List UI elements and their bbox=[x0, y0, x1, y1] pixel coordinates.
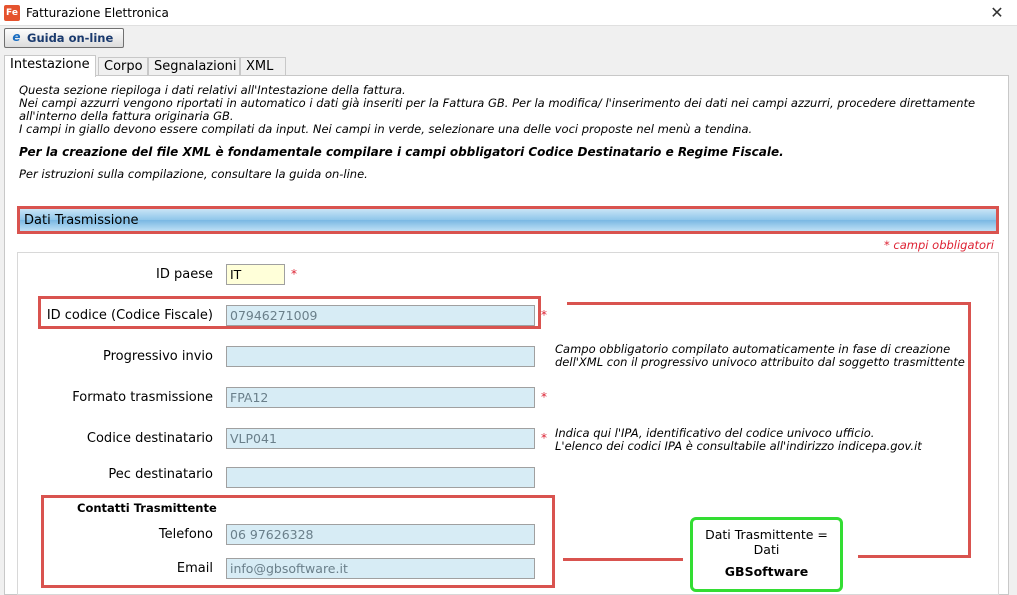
connector-line-top bbox=[567, 302, 971, 305]
guide-online-label: Guida on-line bbox=[27, 31, 114, 45]
info-bold-line: Per la creazione del file XML è fondamen… bbox=[19, 145, 784, 159]
info-text: Questa sezione riepiloga i dati relativi… bbox=[19, 84, 975, 181]
info-guide-line: Per istruzioni sulla compilazione, consu… bbox=[19, 167, 368, 181]
callout-line: Dati Trasmittente = bbox=[705, 527, 828, 542]
contatti-trasmittente-title: Contatti Trasmittente bbox=[77, 501, 217, 515]
id-codice-field[interactable]: 07946271009 bbox=[226, 305, 535, 326]
close-icon[interactable]: ✕ bbox=[977, 0, 1017, 26]
formato-trasmissione-label: Formato trasmissione bbox=[72, 390, 213, 405]
telefono-label: Telefono bbox=[158, 527, 213, 542]
note-line: dell'XML con il progressivo univoco attr… bbox=[555, 355, 965, 369]
required-star: * bbox=[541, 431, 547, 445]
tab-corpo[interactable]: Corpo bbox=[98, 57, 148, 76]
progressivo-note: Campo obbligatorio compilato automaticam… bbox=[555, 343, 965, 369]
progressivo-invio-label: Progressivo invio bbox=[103, 349, 213, 364]
progressivo-invio-field[interactable] bbox=[226, 346, 535, 367]
pec-destinatario-field[interactable] bbox=[226, 467, 535, 488]
section-header-dati-trasmissione: Dati Trasmissione bbox=[17, 206, 999, 234]
info-line: I campi in giallo devono essere compilat… bbox=[19, 122, 753, 136]
tab-intestazione[interactable]: Intestazione bbox=[4, 55, 96, 77]
required-star: * bbox=[541, 308, 547, 322]
browser-icon: e bbox=[12, 30, 21, 44]
required-star: * bbox=[541, 390, 547, 404]
callout-line-bold: GBSoftware bbox=[724, 564, 809, 579]
pec-destinatario-label: Pec destinatario bbox=[108, 467, 213, 482]
required-star: * bbox=[291, 267, 297, 281]
codice-destinatario-label: Codice destinatario bbox=[86, 431, 213, 446]
intestazione-panel: Questa sezione riepiloga i dati relativi… bbox=[4, 75, 1009, 595]
formato-trasmissione-field[interactable]: FPA12 bbox=[226, 387, 535, 408]
connector-line-right bbox=[968, 302, 971, 558]
section-title: Dati Trasmissione bbox=[24, 213, 139, 228]
callout-line: Dati bbox=[753, 542, 780, 557]
email-label: Email bbox=[176, 561, 213, 576]
id-paese-field[interactable]: IT bbox=[226, 264, 285, 285]
ipa-note: Indica qui l'IPA, identificativo del cod… bbox=[555, 427, 922, 453]
id-paese-label: ID paese bbox=[156, 267, 213, 282]
note-line: L'elenco dei codici IPA è consultabile a… bbox=[555, 439, 922, 453]
callout-dati-trasmittente: Dati Trasmittente = Dati GBSoftware bbox=[690, 517, 843, 592]
app-icon: Fe bbox=[4, 5, 20, 21]
connector-line-bottom-left bbox=[563, 558, 683, 561]
required-fields-note: * campi obbligatori bbox=[884, 238, 994, 252]
window-title: Fatturazione Elettronica bbox=[26, 6, 169, 20]
tab-xml[interactable]: XML bbox=[240, 57, 286, 76]
codice-destinatario-field[interactable]: VLP041 bbox=[226, 428, 535, 449]
id-codice-label: ID codice (Codice Fiscale) bbox=[46, 308, 213, 323]
connector-line-bottom-right bbox=[858, 555, 971, 558]
email-field[interactable]: info@gbsoftware.it bbox=[226, 558, 535, 579]
telefono-field[interactable]: 06 97626328 bbox=[226, 524, 535, 545]
title-bar: Fe Fatturazione Elettronica ✕ bbox=[0, 0, 1017, 26]
tab-segnalazioni[interactable]: Segnalazioni bbox=[148, 57, 240, 76]
guide-online-button[interactable]: e Guida on-line bbox=[4, 28, 124, 48]
